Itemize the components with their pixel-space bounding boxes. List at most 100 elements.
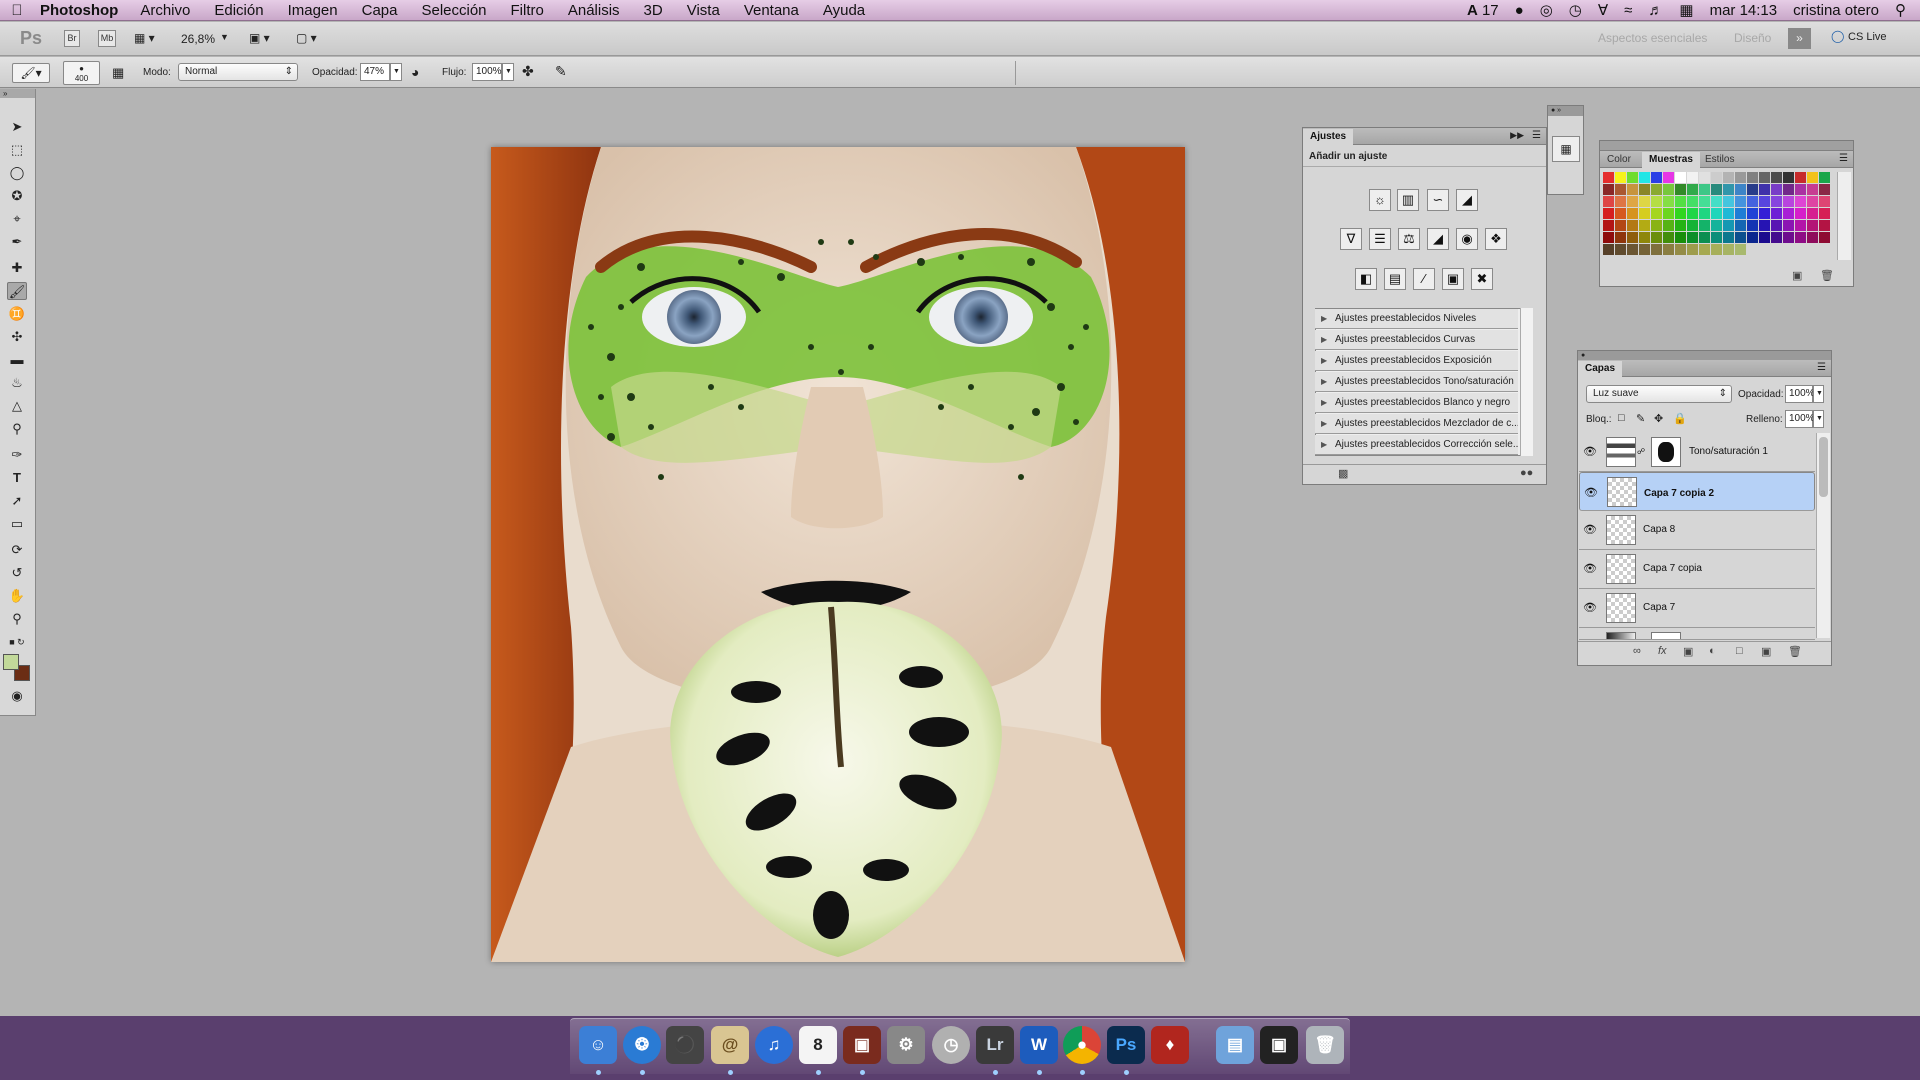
collapse-panel-icon[interactable]: ▶▶: [1510, 130, 1524, 141]
color-swatch[interactable]: [1747, 184, 1758, 195]
color-swatch[interactable]: [1687, 184, 1698, 195]
color-swatch[interactable]: [1759, 208, 1770, 219]
visibility-eye-icon[interactable]: 👁: [1583, 601, 1597, 614]
quick-selection-tool-icon[interactable]: ✪: [7, 187, 27, 205]
color-swatch[interactable]: [1819, 220, 1830, 231]
color-swatch[interactable]: [1759, 172, 1770, 183]
color-swatch[interactable]: [1687, 208, 1698, 219]
color-swatch[interactable]: [1639, 196, 1650, 207]
color-swatch[interactable]: [1819, 232, 1830, 243]
color-swatch[interactable]: [1807, 184, 1818, 195]
color-swatch[interactable]: [1663, 196, 1674, 207]
address-book-icon[interactable]: @: [711, 1026, 749, 1064]
color-swatch[interactable]: [1603, 196, 1614, 207]
color-swatch[interactable]: [1711, 244, 1722, 255]
more-workspaces-icon[interactable]: »: [1788, 28, 1811, 49]
color-swatch[interactable]: [1675, 232, 1686, 243]
channel-mixer-icon[interactable]: ❖: [1485, 228, 1507, 250]
visibility-eye-icon[interactable]: 👁: [1584, 485, 1598, 501]
color-swatch[interactable]: [1819, 172, 1830, 183]
color-swatch[interactable]: [1759, 196, 1770, 207]
preset-blanco-negro[interactable]: Ajustes preestablecidos Blanco y negro: [1315, 393, 1518, 413]
workspace-design[interactable]: Diseño: [1734, 31, 1771, 45]
color-swatch[interactable]: [1663, 172, 1674, 183]
visibility-eye-icon[interactable]: 👁: [1583, 523, 1597, 536]
curves-icon[interactable]: ∽: [1427, 189, 1449, 211]
delete-swatch-icon[interactable]: 🗑: [1820, 269, 1834, 282]
color-swatch[interactable]: [1651, 196, 1662, 207]
swatches-grid[interactable]: [1603, 172, 1836, 260]
add-mask-icon[interactable]: ▣: [1683, 645, 1693, 658]
preset-correccion-selectiva[interactable]: Ajustes preestablecidos Corrección sele.…: [1315, 435, 1518, 455]
spotlight-icon[interactable]: ⚲: [1895, 1, 1906, 19]
finder-icon[interactable]: ☺: [579, 1026, 617, 1064]
color-swatch[interactable]: [1675, 208, 1686, 219]
facetime-icon[interactable]: ⚫: [666, 1026, 704, 1064]
path-selection-tool-icon[interactable]: ➚: [7, 492, 27, 510]
color-swatch[interactable]: [1735, 232, 1746, 243]
mode-select[interactable]: Normal ⇕: [178, 63, 298, 81]
layers-grip[interactable]: ●: [1578, 351, 1831, 360]
color-swatch[interactable]: [1819, 184, 1830, 195]
marquee-tool-icon[interactable]: ⬚: [7, 141, 27, 159]
visibility-eye-icon[interactable]: 👁: [1583, 562, 1597, 575]
color-swatch[interactable]: [1687, 232, 1698, 243]
color-swatch[interactable]: [1627, 232, 1638, 243]
color-swatch[interactable]: [1651, 244, 1662, 255]
delete-layer-icon[interactable]: 🗑: [1788, 645, 1802, 658]
color-swatch[interactable]: [1711, 196, 1722, 207]
view-extras-icon[interactable]: ▦ ▾: [134, 31, 155, 45]
color-swatch[interactable]: [1723, 244, 1734, 255]
lock-transparency-icon[interactable]: □: [1618, 412, 1625, 424]
color-swatch[interactable]: [1663, 232, 1674, 243]
color-swatch[interactable]: [1783, 172, 1794, 183]
color-swatch[interactable]: [1699, 184, 1710, 195]
posterize-icon[interactable]: ▤: [1384, 268, 1406, 290]
word-icon[interactable]: W: [1020, 1026, 1058, 1064]
acrobat-icon[interactable]: ♦: [1151, 1026, 1189, 1064]
color-swatch[interactable]: [1687, 172, 1698, 183]
color-swatch[interactable]: [1783, 232, 1794, 243]
color-swatch[interactable]: [1771, 184, 1782, 195]
mask-options-icon[interactable]: ●●: [1520, 467, 1533, 479]
link-layers-icon[interactable]: ∞: [1633, 645, 1641, 657]
color-swatch[interactable]: [1699, 220, 1710, 231]
swatches-scrollbar[interactable]: [1837, 172, 1851, 260]
bluetooth-icon[interactable]: ∀: [1598, 1, 1608, 19]
preset-mezclador[interactable]: Ajustes preestablecidos Mezclador de c..…: [1315, 414, 1518, 434]
screen-mode-icon[interactable]: ▢ ▾: [296, 31, 317, 45]
menu-ayuda[interactable]: Ayuda: [811, 0, 877, 21]
opacity-input[interactable]: 47%: [360, 63, 390, 81]
clip-to-layer-icon[interactable]: ▩: [1338, 467, 1348, 480]
color-swatch[interactable]: [1651, 172, 1662, 183]
arrange-documents-icon[interactable]: ▣ ▾: [249, 31, 270, 45]
chrome-icon[interactable]: ●: [1063, 1026, 1101, 1064]
pen-tool-icon[interactable]: ✑: [7, 446, 27, 464]
volume-icon[interactable]: ♬: [1648, 2, 1663, 19]
color-swatch[interactable]: [1687, 244, 1698, 255]
color-swatch[interactable]: [1663, 244, 1674, 255]
swap-colors-icon[interactable]: ■ ↻: [7, 633, 27, 651]
layer-opacity-slider-icon[interactable]: ▼: [1813, 385, 1824, 403]
color-swatch[interactable]: [1795, 232, 1806, 243]
airbrush-icon[interactable]: ✤: [522, 63, 534, 80]
trash-icon[interactable]: 🗑: [1306, 1026, 1344, 1064]
zoom-dropdown-icon[interactable]: ▼: [220, 32, 229, 42]
color-swatch[interactable]: [1615, 172, 1626, 183]
color-swatch[interactable]: [1723, 220, 1734, 231]
layer-opacity-input[interactable]: 100%: [1785, 385, 1815, 403]
clone-stamp-tool-icon[interactable]: ♊: [7, 305, 27, 323]
zoom-tool-icon[interactable]: ⚲: [7, 610, 27, 628]
visibility-eye-icon[interactable]: 👁: [1583, 445, 1597, 458]
color-swatch[interactable]: [1807, 172, 1818, 183]
color-swatch[interactable]: [1639, 232, 1650, 243]
minibridge-button[interactable]: Mb: [98, 30, 116, 47]
color-swatch[interactable]: [1615, 244, 1626, 255]
panel-menu-icon[interactable]: ☰: [1532, 130, 1541, 141]
color-swatch[interactable]: [1615, 232, 1626, 243]
color-swatch[interactable]: [1651, 220, 1662, 231]
color-swatch[interactable]: [1627, 184, 1638, 195]
clock[interactable]: mar 14:13: [1710, 2, 1778, 19]
eyedropper-tool-icon[interactable]: ✒: [7, 233, 27, 251]
opacity-slider-icon[interactable]: ▼: [390, 63, 402, 81]
